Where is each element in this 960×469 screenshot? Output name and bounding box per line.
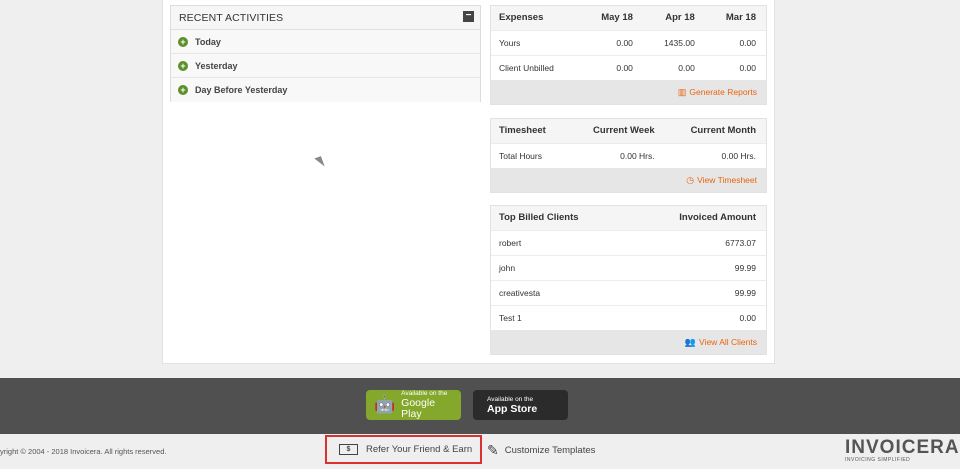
cell-value: 0.00 xyxy=(704,29,766,55)
customize-label: Customize Templates xyxy=(504,445,596,456)
col-header: May 18 xyxy=(601,12,633,24)
view-timesheet-label[interactable]: View Timesheet xyxy=(697,175,757,185)
recent-activities-title: RECENT ACTIVITIES xyxy=(171,6,480,30)
client-name: Test 1 xyxy=(491,304,630,330)
col-header: Top Billed Clients xyxy=(499,212,579,224)
activity-label: Today xyxy=(195,36,221,47)
view-all-clients-label[interactable]: View All Clients xyxy=(699,337,757,347)
cell-value: 0.00 xyxy=(579,54,643,80)
client-amount: 0.00 xyxy=(629,304,766,330)
cell-value: 0.00 xyxy=(579,29,643,55)
row-label: Total Hours xyxy=(491,142,568,168)
col-header: Mar 18 xyxy=(725,12,756,24)
generate-reports-link[interactable]: ▥ Generate Reports xyxy=(491,80,766,104)
cell-value: 0.00 xyxy=(642,54,705,80)
table-row[interactable]: john 99.99 xyxy=(491,254,766,280)
col-header: Current Month xyxy=(690,125,756,137)
clients-table: Top Billed Clients Invoiced Amount rober… xyxy=(491,206,766,330)
app-store-footer: 🤖 Available on the Google Play Available… xyxy=(0,378,960,434)
client-name: john xyxy=(491,254,630,280)
col-header: Expenses xyxy=(499,12,544,24)
copyright-text: yright © 2004 - 2018 Invoicera. All righ… xyxy=(0,447,167,456)
android-icon: 🤖 xyxy=(374,395,396,414)
app-store-big: App Store xyxy=(487,402,538,415)
cell-value: 1435.00 xyxy=(642,29,705,55)
google-play-big: Google Play xyxy=(401,397,436,420)
expand-plus-icon[interactable]: + xyxy=(178,36,188,47)
bottom-footer: yright © 2004 - 2018 Invoicera. All righ… xyxy=(0,434,960,469)
customize-templates-button[interactable]: ✎ Customize Templates xyxy=(487,442,595,459)
row-label: Client Unbilled xyxy=(491,54,580,80)
top-billed-clients-panel: Top Billed Clients Invoiced Amount rober… xyxy=(490,205,767,355)
timesheet-table: Timesheet Current Week Current Month Tot… xyxy=(491,119,766,168)
cell-value: 0.00 Hrs. xyxy=(664,142,766,168)
table-row: Yours 0.00 1435.00 0.00 xyxy=(491,29,766,55)
expenses-table: Expenses May 18 Apr 18 Mar 18 Yours 0.00… xyxy=(491,6,766,80)
col-header: Apr 18 xyxy=(665,12,695,24)
col-header: Timesheet xyxy=(499,125,546,137)
google-play-button[interactable]: 🤖 Available on the Google Play xyxy=(366,390,461,420)
client-amount: 6773.07 xyxy=(629,229,766,255)
brand-name: INVOICERA xyxy=(845,437,960,458)
table-row[interactable]: Test 1 0.00 xyxy=(491,304,766,330)
activity-item-yesterday[interactable]: + Yesterday xyxy=(171,54,480,78)
expenses-panel: Expenses May 18 Apr 18 Mar 18 Yours 0.00… xyxy=(490,5,767,105)
bar-chart-icon: ▥ xyxy=(677,86,687,97)
timesheet-panel: Timesheet Current Week Current Month Tot… xyxy=(490,118,767,193)
collapse-icon[interactable]: − xyxy=(463,11,474,22)
expand-plus-icon[interactable]: + xyxy=(178,60,188,71)
activity-item-day-before-yesterday[interactable]: + Day Before Yesterday xyxy=(171,78,480,102)
edit-icon: ✎ xyxy=(487,442,499,458)
col-header: Invoiced Amount xyxy=(679,212,756,224)
clock-icon: ◷ xyxy=(686,174,695,185)
row-label: Yours xyxy=(491,29,580,55)
cell-value: 0.00 xyxy=(704,54,766,80)
client-name: robert xyxy=(491,229,630,255)
table-row[interactable]: robert 6773.07 xyxy=(491,229,766,255)
view-all-clients-link[interactable]: 👥 View All Clients xyxy=(491,330,766,354)
activity-item-today[interactable]: + Today xyxy=(171,30,480,54)
refer-friend-button[interactable]: $ Refer Your Friend & Earn xyxy=(325,435,482,464)
generate-reports-label[interactable]: Generate Reports xyxy=(689,87,757,97)
col-header: Current Week xyxy=(593,125,655,137)
invoicera-logo[interactable]: INVOICERA INVOICING SIMPLIFIED xyxy=(845,437,960,463)
activity-label: Yesterday xyxy=(195,60,238,71)
money-icon: $ xyxy=(339,444,358,455)
client-name: creativesta xyxy=(491,279,630,305)
users-icon: 👥 xyxy=(684,336,697,347)
activity-label: Day Before Yesterday xyxy=(195,85,288,95)
refer-label: Refer Your Friend & Earn xyxy=(366,444,473,455)
client-amount: 99.99 xyxy=(629,279,766,305)
table-row: Total Hours 0.00 Hrs. 0.00 Hrs. xyxy=(491,142,766,168)
recent-activities-panel: RECENT ACTIVITIES − + Today + Yesterday … xyxy=(170,5,481,102)
table-row: Client Unbilled 0.00 0.00 0.00 xyxy=(491,54,766,80)
table-row[interactable]: creativesta 99.99 xyxy=(491,279,766,305)
app-store-button[interactable]: Available on the App Store xyxy=(473,390,568,420)
expand-plus-icon[interactable]: + xyxy=(178,85,188,95)
view-timesheet-link[interactable]: ◷ View Timesheet xyxy=(491,168,766,192)
cell-value: 0.00 Hrs. xyxy=(567,142,665,168)
client-amount: 99.99 xyxy=(629,254,766,280)
